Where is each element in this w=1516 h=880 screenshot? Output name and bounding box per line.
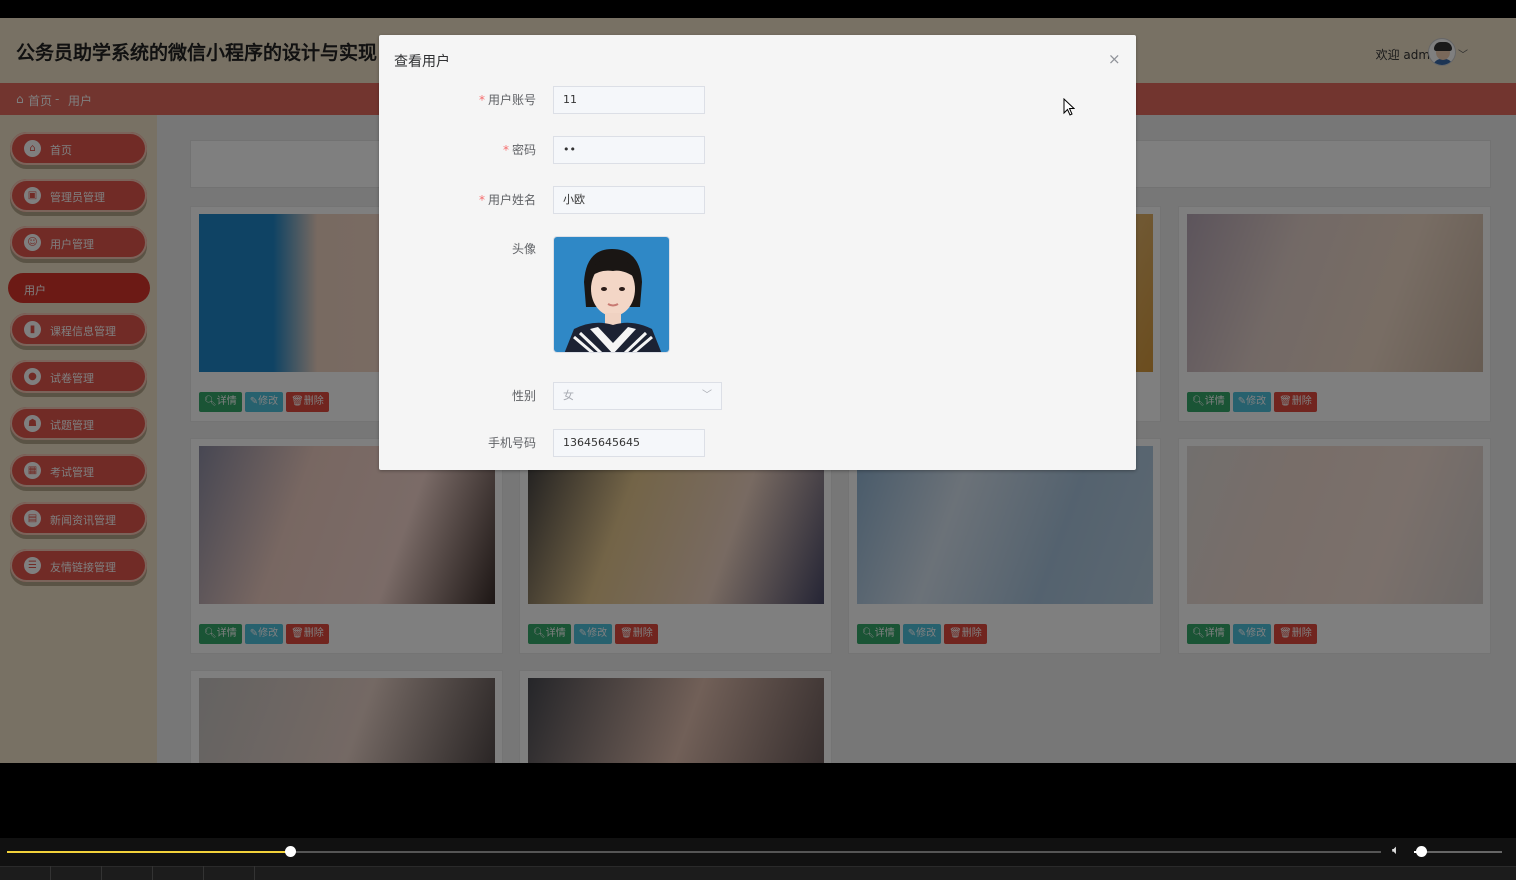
avatar-image[interactable]: [553, 236, 670, 353]
app-screen: 公务员助学系统的微信小程序的设计与实现 欢迎 admin ﹀ ⌂ 首页 - 用户…: [0, 18, 1516, 763]
gender-label: 性别: [511, 389, 536, 403]
dialog-title: 查看用户: [394, 54, 450, 70]
account-field[interactable]: 11: [553, 86, 705, 114]
password-label: * 密码: [502, 143, 536, 157]
password-field[interactable]: ••: [553, 136, 705, 164]
divider: [152, 866, 153, 880]
chevron-down-icon: ﹀: [702, 390, 712, 401]
divider: [254, 866, 255, 880]
divider: [203, 866, 204, 880]
mouse-cursor-icon: [1063, 98, 1075, 116]
avatar-label: 头像: [511, 242, 536, 256]
gender-value: 女: [563, 389, 574, 402]
divider: [50, 866, 51, 880]
player-bottom-strip: [0, 866, 1516, 880]
volume-handle[interactable]: [1416, 846, 1428, 857]
close-icon[interactable]: ×: [1108, 50, 1121, 68]
name-label: * 用户姓名: [478, 193, 536, 207]
divider: [101, 866, 102, 880]
phone-field[interactable]: 13645645645: [553, 429, 705, 457]
volume-icon[interactable]: 🔈︎: [1392, 843, 1400, 858]
volume-track[interactable]: [1414, 851, 1502, 853]
name-field[interactable]: 小欧: [553, 186, 705, 214]
progress-handle[interactable]: [285, 846, 297, 857]
phone-label: 手机号码: [487, 436, 536, 450]
progress-fill: [7, 851, 291, 853]
view-user-dialog: 查看用户 × * 用户账号 11 * 密码 •• * 用户姓名 小欧 头像 性别…: [379, 35, 1136, 470]
gender-select[interactable]: 女 ﹀: [553, 382, 722, 410]
account-label: * 用户账号: [478, 93, 536, 107]
